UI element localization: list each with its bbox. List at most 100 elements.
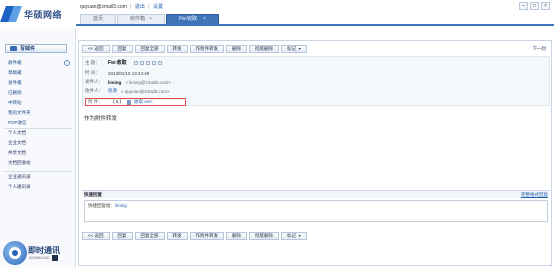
tab-inbox[interactable]: 收件箱 × bbox=[117, 14, 165, 24]
tab-underline bbox=[76, 24, 554, 26]
quick-reply-header: 快速回复 完整格式回复 bbox=[82, 190, 550, 198]
tab-label: Fw:收取 bbox=[178, 16, 198, 22]
attachment-row: 附 件： （ 1 ） 收取.eml ; bbox=[85, 98, 186, 106]
tab-close-icon[interactable]: × bbox=[149, 16, 152, 22]
im-download-label: DOWNLOAD bbox=[29, 256, 50, 260]
refresh-icon[interactable] bbox=[64, 60, 70, 66]
quick-reply-input[interactable]: 快捷回复给：liming bbox=[84, 200, 548, 222]
recipient-address: < quyuan@zmail3.com> bbox=[121, 88, 170, 94]
forward-as-attachment-button[interactable]: 作附件转发 bbox=[189, 45, 225, 53]
im-download-badge[interactable]: 即时通讯 DOWNLOAD bbox=[3, 241, 71, 265]
time-label: 时 间： bbox=[85, 70, 100, 75]
subject-row: 主 题： Fw:收取 bbox=[85, 59, 162, 66]
chat-logo-dot bbox=[12, 250, 18, 256]
chevron-down-icon: ▼ bbox=[298, 234, 302, 238]
recipient-label: 收件人： bbox=[85, 88, 103, 93]
recipient-row: 收件人： 屈源 < quyuan@zmail3.com> bbox=[85, 88, 170, 94]
star-icon[interactable] bbox=[145, 60, 150, 65]
sender-label: 发件人： bbox=[85, 79, 103, 84]
tab-home[interactable]: 首页 bbox=[80, 14, 117, 24]
full-reply-link[interactable]: 完整格式回复 bbox=[521, 192, 548, 198]
chevron-down-icon: ▼ bbox=[298, 47, 302, 51]
separator: | bbox=[148, 4, 150, 10]
sidebar-item-pop[interactable]: POP收信 bbox=[8, 120, 27, 126]
delete-button[interactable]: 删除 bbox=[226, 45, 248, 53]
compose-button[interactable]: 写邮件 bbox=[5, 44, 67, 53]
sidebar-item-sent[interactable]: 发件箱 bbox=[8, 80, 22, 86]
mark-label: 标记 bbox=[287, 233, 297, 238]
sidebar-item-shared-docs[interactable]: 共享文档 bbox=[8, 150, 26, 156]
forward-button[interactable]: 转发 bbox=[166, 45, 188, 53]
mail-body: 作为附件转发 bbox=[84, 116, 118, 122]
delete-permanently-button[interactable]: 彻底删除 bbox=[249, 45, 280, 53]
attachment-file-link[interactable]: 收取.eml ; bbox=[134, 99, 154, 105]
sender-name[interactable]: liming bbox=[108, 80, 121, 85]
brand-logo: 华硕网络 bbox=[0, 3, 73, 25]
user-email: quyuan@zmail3.com bbox=[80, 4, 127, 10]
maximize-button[interactable]: □ bbox=[530, 2, 539, 10]
back-button[interactable]: << 返回 bbox=[82, 232, 110, 240]
sidebar-item-drafts[interactable]: 草稿箱 bbox=[8, 70, 22, 76]
user-line: quyuan@zmail3.com | 退出 | 设置 bbox=[80, 3, 163, 10]
recipient-name[interactable]: 屈源 bbox=[108, 88, 117, 94]
attachment-count: （ 1 ） bbox=[110, 99, 125, 104]
sidebar-item-company-contacts[interactable]: 企业通讯录 bbox=[8, 174, 31, 180]
sidebar-item-personal-contacts[interactable]: 个人通讯录 bbox=[8, 184, 31, 190]
reply-all-button[interactable]: 回复全部 bbox=[134, 45, 165, 53]
download-arrow-icon bbox=[52, 255, 58, 261]
forward-button[interactable]: 转发 bbox=[166, 232, 188, 240]
minimize-button[interactable]: – bbox=[519, 2, 528, 10]
sidebar-item-transit[interactable]: 中转站 bbox=[8, 100, 22, 106]
priority-icon[interactable] bbox=[151, 60, 156, 65]
print-icon[interactable] bbox=[139, 60, 144, 65]
sidebar-item-company-docs[interactable]: 企业文档 bbox=[8, 140, 26, 146]
sidebar-item-personal-docs[interactable]: 个人文档 bbox=[8, 130, 26, 136]
quick-reply-recipient: liming bbox=[115, 203, 127, 208]
close-window-button[interactable]: × bbox=[541, 2, 550, 10]
divider bbox=[4, 128, 72, 129]
tab-current-mail[interactable]: Fw:收取 × bbox=[165, 14, 219, 24]
subject-label: 主 题： bbox=[85, 59, 100, 65]
mail-subject: Fw:收取 bbox=[108, 60, 127, 66]
attachment-label: 附 件： bbox=[88, 99, 103, 104]
brand-name: 华硕网络 bbox=[24, 9, 63, 20]
sidebar-item-deleted[interactable]: 已删除 bbox=[8, 90, 22, 96]
more-icon[interactable] bbox=[157, 60, 162, 65]
pen-icon bbox=[10, 46, 17, 51]
tab-label: 收件箱 bbox=[130, 16, 146, 22]
back-button[interactable]: << 返回 bbox=[82, 45, 110, 53]
settings-link[interactable]: 设置 bbox=[153, 4, 163, 10]
separator: | bbox=[130, 4, 132, 10]
mark-dropdown[interactable]: 标记 ▼ bbox=[281, 232, 308, 240]
time-row: 时 间： 2013/01/15 13:44:49 bbox=[85, 70, 149, 76]
sender-address: < liming@zmail3.com> bbox=[125, 79, 171, 85]
sidebar-item-inbox[interactable]: 收件箱 bbox=[8, 60, 22, 66]
tab-bar: 首页 收件箱 × Fw:收取 × bbox=[80, 14, 219, 24]
bottom-toolbar: << 返回 回复 回复全部 转发 作附件转发 删除 彻底删除 标记 ▼ bbox=[82, 231, 550, 241]
quick-reply-title: 快速回复 bbox=[84, 191, 102, 197]
flag-icon[interactable] bbox=[133, 60, 138, 65]
divider bbox=[4, 171, 72, 172]
forward-as-attachment-button[interactable]: 作附件转发 bbox=[189, 232, 225, 240]
tab-close-icon[interactable]: × bbox=[203, 15, 206, 24]
compose-label: 写邮件 bbox=[20, 46, 36, 52]
sidebar-item-my-folders[interactable]: 我的文件夹 bbox=[8, 110, 31, 116]
eml-file-icon bbox=[127, 99, 132, 105]
reply-button[interactable]: 回复 bbox=[111, 45, 133, 53]
sender-row: 发件人： liming < liming@zmail3.com> bbox=[85, 79, 171, 85]
quick-reply-prefix: 快捷回复给： bbox=[88, 203, 115, 208]
tab-label: 首页 bbox=[93, 16, 104, 22]
reply-all-button[interactable]: 回复全部 bbox=[134, 232, 165, 240]
mail-time: 2013/01/15 13:44:49 bbox=[108, 70, 150, 76]
delete-permanently-button[interactable]: 彻底删除 bbox=[249, 232, 280, 240]
mark-dropdown[interactable]: 标记 ▼ bbox=[281, 45, 308, 53]
reply-button[interactable]: 回复 bbox=[111, 232, 133, 240]
sidebar-item-doc-recycle[interactable]: 文档回收站 bbox=[8, 160, 31, 166]
next-mail-link[interactable]: 下一封 bbox=[533, 46, 551, 52]
quick-reply: 快速回复 完整格式回复 快捷回复给：liming bbox=[82, 190, 550, 226]
window-buttons: – □ × bbox=[519, 2, 550, 10]
mail-flag-icons bbox=[133, 60, 162, 65]
mail-header: 主 题： Fw:收取 时 间： 2013/01/15 13:44:49 发件人：… bbox=[82, 56, 550, 106]
delete-button[interactable]: 删除 bbox=[226, 232, 248, 240]
logout-link[interactable]: 退出 bbox=[135, 4, 145, 10]
